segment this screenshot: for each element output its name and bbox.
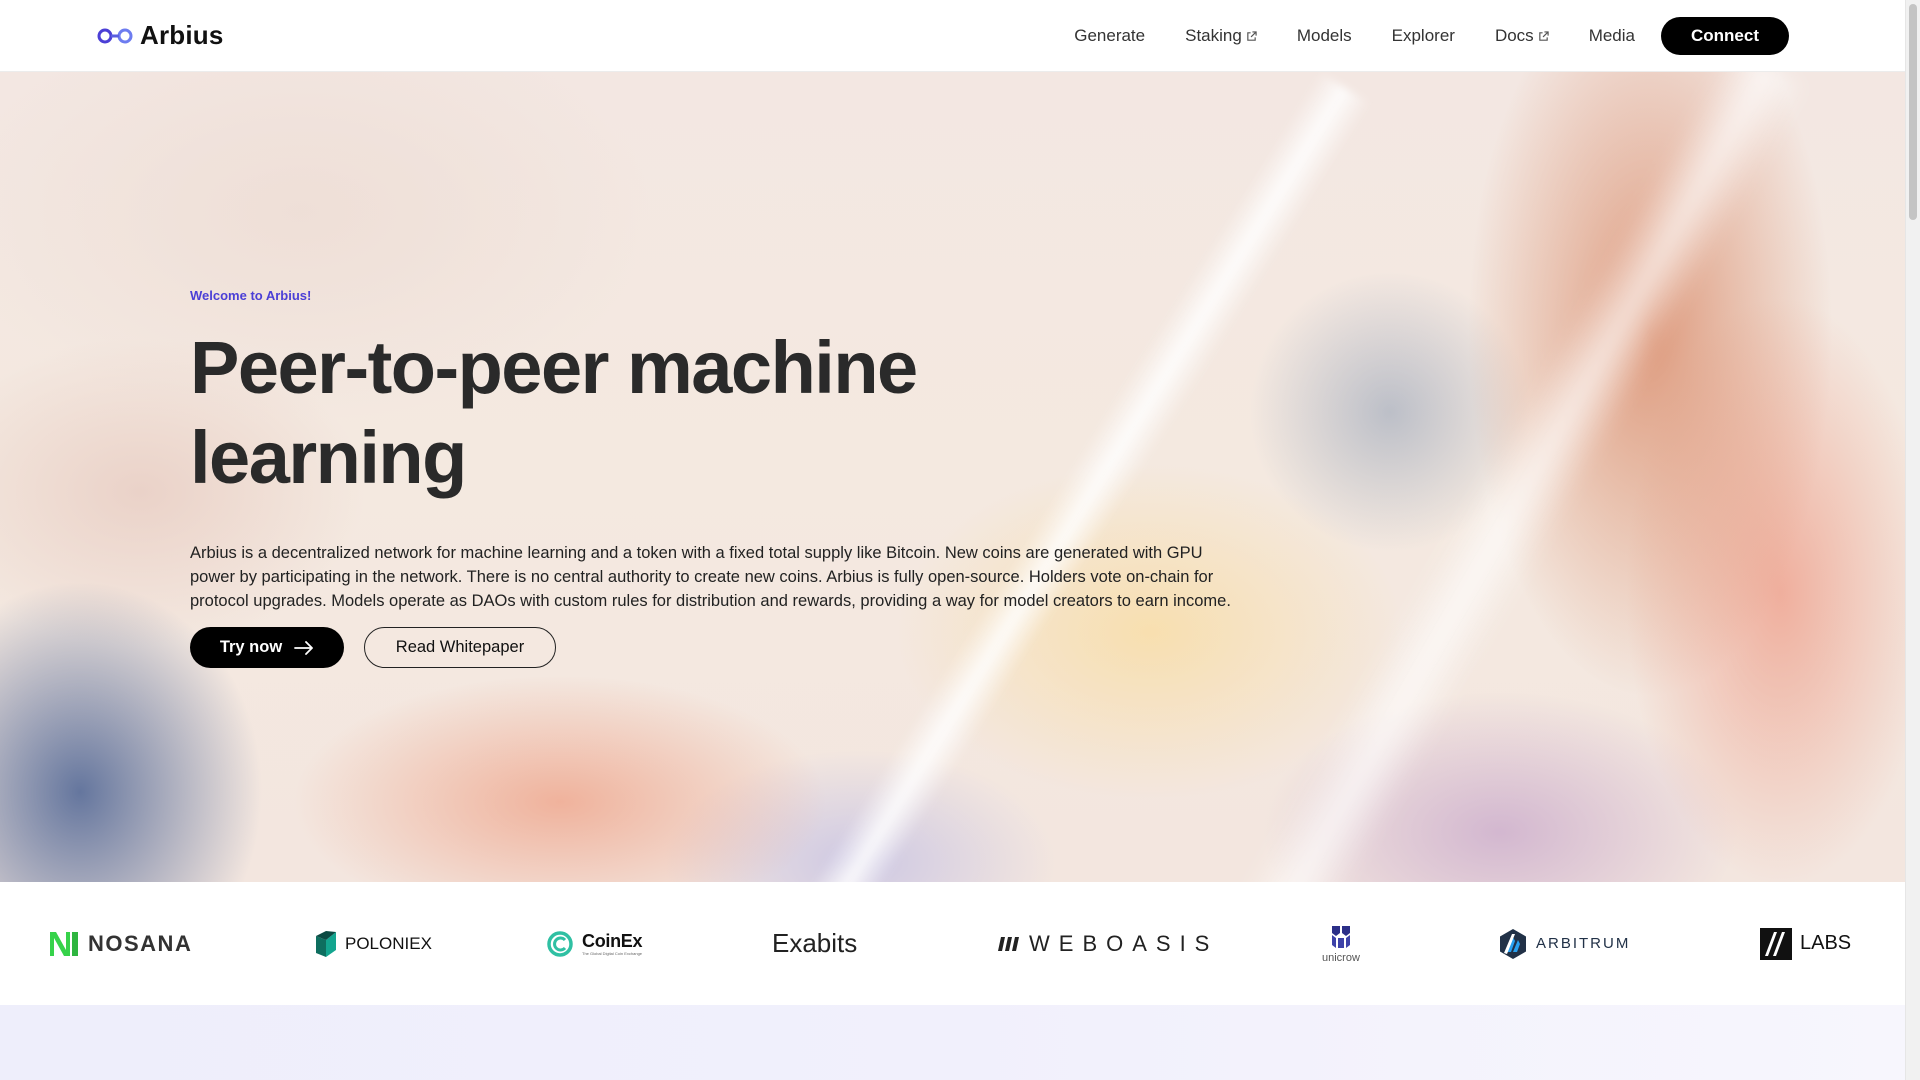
external-link-icon	[1538, 30, 1549, 41]
hero-eyebrow: Welcome to Arbius!	[190, 288, 312, 303]
partner-arbitrum[interactable]: ARBITRUM	[1498, 882, 1630, 1005]
partner-poloniex[interactable]: POLONIEX	[315, 882, 432, 1005]
unicrow-logo-icon	[1331, 925, 1350, 948]
nav-generate[interactable]: Generate	[1074, 26, 1145, 46]
poloniex-logo-icon	[316, 930, 336, 957]
nav-docs[interactable]: Docs	[1495, 26, 1549, 46]
nav-docs-label: Docs	[1494, 26, 1534, 45]
nav-staking-label: Staking	[1185, 26, 1242, 45]
nav-media[interactable]: Media	[1589, 26, 1635, 46]
hero-description: Arbius is a decentralized network for ma…	[190, 544, 1231, 610]
try-now-label: Try now	[219, 638, 283, 656]
hero-section: Welcome to Arbius! Peer-to-peer machine …	[0, 72, 1905, 882]
nav-staking[interactable]: Staking	[1185, 26, 1257, 46]
labs-logo-icon	[1760, 927, 1792, 960]
logo[interactable]: Arbius	[96, 20, 224, 51]
try-now-button[interactable]: Try now	[190, 627, 344, 668]
partners-strip: NOSANA POLONIEX CoinEx The Global Digita…	[0, 882, 1905, 1005]
hero-actions: Try now Read Whitepaper	[190, 627, 556, 668]
read-whitepaper-button[interactable]: Read Whitepaper	[364, 627, 556, 668]
partner-unicrow[interactable]: unicrow	[1322, 882, 1360, 1005]
partner-coinex[interactable]: CoinEx The Global Digital Coin Exchange	[546, 882, 643, 1005]
coinex-wordmark-group: CoinEx The Global Digital Coin Exchange	[582, 930, 643, 956]
top-navbar: Arbius Generate Staking Models Explorer …	[0, 0, 1905, 72]
nav-generate-label: Generate	[1074, 26, 1146, 45]
nav-models-label: Models	[1296, 26, 1352, 45]
scrollbar-thumb[interactable]	[1909, 4, 1917, 220]
arbius-logo-icon	[97, 28, 133, 43]
exabits-wordmark: Exabits	[772, 928, 858, 958]
arrow-right-icon	[294, 640, 314, 655]
logo-text: Arbius	[140, 20, 224, 50]
nav-models[interactable]: Models	[1297, 26, 1352, 46]
weboasis-wordmark: WEBOASIS	[1029, 930, 1219, 956]
nav-media-label: Media	[1588, 26, 1635, 45]
main-nav: Generate Staking Models Explorer Docs Me…	[1074, 0, 1635, 72]
coinex-wordmark: CoinEx	[582, 930, 643, 951]
next-section-band	[0, 1005, 1905, 1080]
nosana-wordmark: NOSANA	[88, 930, 193, 956]
partner-labs[interactable]: LABS	[1760, 882, 1851, 1005]
coinex-logo-icon	[547, 930, 573, 957]
nosana-logo-icon	[50, 931, 78, 956]
partner-exabits[interactable]: Exabits	[772, 882, 857, 1005]
unicrow-wordmark: unicrow	[1322, 951, 1360, 964]
partner-nosana[interactable]: NOSANA	[48, 882, 192, 1005]
nav-explorer-label: Explorer	[1391, 26, 1455, 45]
labs-wordmark: LABS	[1800, 932, 1852, 954]
weboasis-logo-icon	[998, 936, 1019, 951]
external-link-icon	[1247, 30, 1257, 41]
hero-title: Peer-to-peer machine learning	[190, 326, 918, 499]
page-scrollbar[interactable]	[1905, 0, 1920, 1080]
arbitrum-logo-icon	[1500, 928, 1526, 959]
arbitrum-wordmark: ARBITRUM	[1536, 935, 1631, 952]
hero-content: Welcome to Arbius! Peer-to-peer machine …	[190, 288, 1290, 613]
poloniex-wordmark: POLONIEX	[345, 933, 432, 953]
connect-button[interactable]: Connect	[1661, 17, 1789, 55]
partner-weboasis[interactable]: WEBOASIS	[997, 882, 1218, 1005]
nav-explorer[interactable]: Explorer	[1392, 26, 1455, 46]
coinex-tagline: The Global Digital Coin Exchange	[582, 950, 643, 956]
